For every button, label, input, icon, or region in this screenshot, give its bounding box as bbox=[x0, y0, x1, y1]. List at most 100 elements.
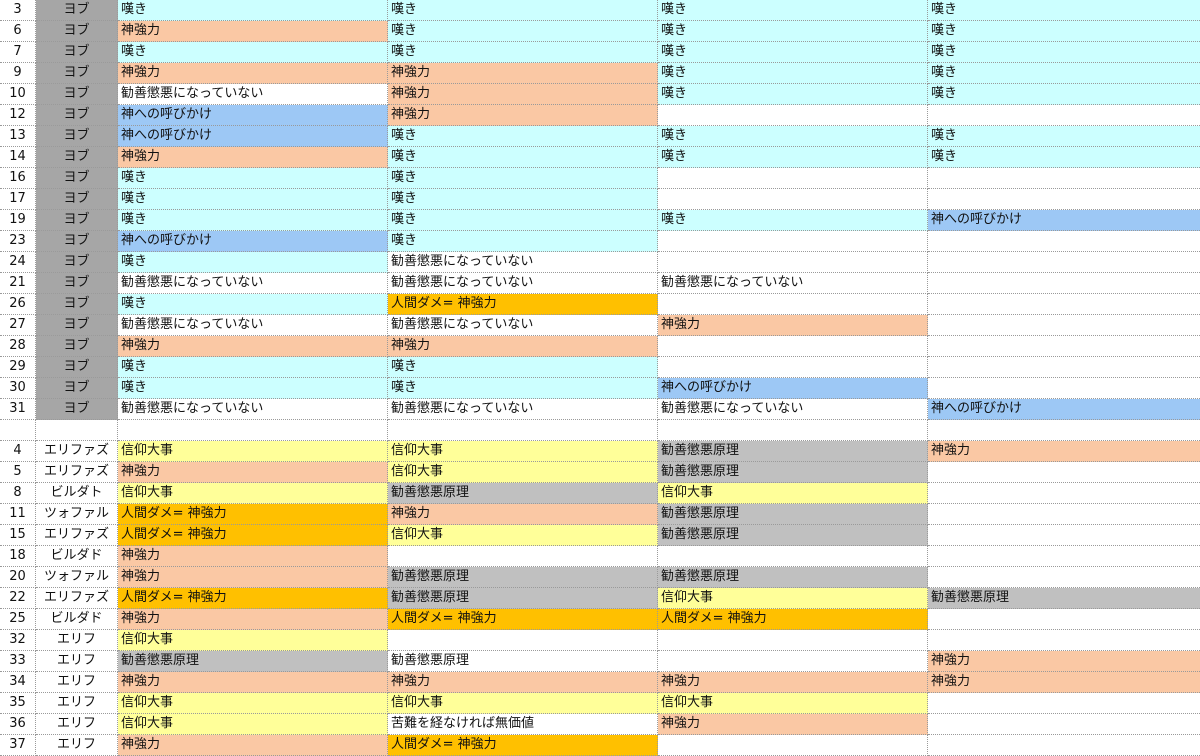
theme-cell[interactable] bbox=[658, 651, 928, 672]
theme-cell[interactable]: 勧善懲悪になっていない bbox=[388, 273, 658, 294]
speaker-cell[interactable]: ヨブ bbox=[36, 21, 118, 42]
theme-cell[interactable]: 苦難を経なければ無価値 bbox=[388, 714, 658, 735]
speaker-cell[interactable]: エリファズ bbox=[36, 525, 118, 546]
theme-cell[interactable]: 信仰大事 bbox=[388, 525, 658, 546]
theme-cell[interactable]: 勧善懲悪原理 bbox=[118, 651, 388, 672]
theme-cell[interactable]: 神への呼びかけ bbox=[658, 378, 928, 399]
theme-cell[interactable]: 嘆き bbox=[388, 357, 658, 378]
chapter-number-cell[interactable]: 18 bbox=[0, 546, 36, 567]
theme-cell[interactable] bbox=[928, 609, 1200, 630]
speaker-cell[interactable]: エリフ bbox=[36, 630, 118, 651]
theme-cell[interactable] bbox=[658, 168, 928, 189]
theme-cell[interactable]: 嘆き bbox=[658, 21, 928, 42]
theme-cell[interactable] bbox=[928, 504, 1200, 525]
theme-cell[interactable]: 勧善懲悪原理 bbox=[388, 483, 658, 504]
chapter-number-cell[interactable]: 10 bbox=[0, 84, 36, 105]
chapter-number-cell[interactable]: 26 bbox=[0, 294, 36, 315]
speaker-cell[interactable]: ヨブ bbox=[36, 273, 118, 294]
theme-cell[interactable]: 勧善懲悪になっていない bbox=[388, 252, 658, 273]
theme-cell[interactable] bbox=[928, 252, 1200, 273]
theme-cell[interactable] bbox=[658, 357, 928, 378]
theme-cell[interactable]: 神強力 bbox=[388, 63, 658, 84]
chapter-number-cell[interactable]: 15 bbox=[0, 525, 36, 546]
theme-cell[interactable] bbox=[928, 735, 1200, 756]
theme-cell[interactable]: 嘆き bbox=[388, 210, 658, 231]
theme-cell[interactable]: 嘆き bbox=[118, 357, 388, 378]
chapter-number-cell[interactable]: 24 bbox=[0, 252, 36, 273]
speaker-cell[interactable]: ヨブ bbox=[36, 42, 118, 63]
theme-cell[interactable]: 信仰大事 bbox=[658, 483, 928, 504]
theme-cell[interactable] bbox=[928, 168, 1200, 189]
chapter-number-cell[interactable]: 32 bbox=[0, 630, 36, 651]
theme-cell[interactable]: 勧善懲悪原理 bbox=[658, 567, 928, 588]
theme-cell[interactable] bbox=[658, 630, 928, 651]
theme-cell[interactable]: 嘆き bbox=[388, 42, 658, 63]
theme-cell[interactable] bbox=[928, 693, 1200, 714]
chapter-number-cell[interactable]: 31 bbox=[0, 399, 36, 420]
chapter-number-cell[interactable]: 19 bbox=[0, 210, 36, 231]
chapter-number-cell[interactable]: 14 bbox=[0, 147, 36, 168]
theme-cell[interactable]: 勧善懲悪になっていない bbox=[118, 315, 388, 336]
chapter-number-cell[interactable]: 29 bbox=[0, 357, 36, 378]
chapter-number-cell[interactable]: 25 bbox=[0, 609, 36, 630]
chapter-number-cell[interactable]: 28 bbox=[0, 336, 36, 357]
theme-cell[interactable]: 神強力 bbox=[928, 651, 1200, 672]
theme-cell[interactable] bbox=[928, 567, 1200, 588]
theme-cell[interactable] bbox=[118, 420, 388, 441]
theme-cell[interactable]: 勧善懲悪原理 bbox=[658, 462, 928, 483]
theme-cell[interactable]: 神強力 bbox=[118, 63, 388, 84]
theme-cell[interactable]: 勧善懲悪になっていない bbox=[118, 399, 388, 420]
theme-cell[interactable]: 嘆き bbox=[118, 0, 388, 21]
theme-cell[interactable]: 神への呼びかけ bbox=[928, 210, 1200, 231]
theme-cell[interactable]: 信仰大事 bbox=[118, 693, 388, 714]
theme-cell[interactable]: 勧善懲悪原理 bbox=[658, 504, 928, 525]
chapter-number-cell[interactable]: 23 bbox=[0, 231, 36, 252]
theme-cell[interactable]: 信仰大事 bbox=[118, 714, 388, 735]
theme-cell[interactable]: 嘆き bbox=[118, 168, 388, 189]
theme-cell[interactable]: 人間ダメ= 神強力 bbox=[118, 588, 388, 609]
chapter-number-cell[interactable]: 17 bbox=[0, 189, 36, 210]
speaker-cell[interactable]: ツォファル bbox=[36, 504, 118, 525]
theme-cell[interactable] bbox=[658, 252, 928, 273]
theme-cell[interactable]: 嘆き bbox=[928, 0, 1200, 21]
speaker-cell[interactable]: エリフ bbox=[36, 714, 118, 735]
theme-cell[interactable]: 勧善懲悪原理 bbox=[658, 441, 928, 462]
theme-cell[interactable] bbox=[928, 336, 1200, 357]
theme-cell[interactable]: 神強力 bbox=[658, 714, 928, 735]
theme-cell[interactable]: 神強力 bbox=[388, 336, 658, 357]
theme-cell[interactable]: 信仰大事 bbox=[658, 588, 928, 609]
theme-cell[interactable]: 嘆き bbox=[118, 42, 388, 63]
chapter-number-cell[interactable]: 7 bbox=[0, 42, 36, 63]
theme-cell[interactable] bbox=[928, 105, 1200, 126]
chapter-number-cell[interactable]: 37 bbox=[0, 735, 36, 756]
speaker-cell[interactable]: ビルダド bbox=[36, 546, 118, 567]
theme-cell[interactable] bbox=[928, 420, 1200, 441]
speaker-cell[interactable]: エリフ bbox=[36, 672, 118, 693]
speaker-cell[interactable]: ヨブ bbox=[36, 63, 118, 84]
theme-cell[interactable]: 人間ダメ= 神強力 bbox=[658, 609, 928, 630]
theme-cell[interactable] bbox=[928, 357, 1200, 378]
theme-cell[interactable] bbox=[388, 420, 658, 441]
theme-cell[interactable]: 神強力 bbox=[388, 672, 658, 693]
chapter-number-cell[interactable]: 34 bbox=[0, 672, 36, 693]
theme-cell[interactable]: 嘆き bbox=[928, 63, 1200, 84]
theme-cell[interactable]: 神強力 bbox=[118, 735, 388, 756]
speaker-cell[interactable]: ビルダト bbox=[36, 483, 118, 504]
theme-cell[interactable] bbox=[658, 735, 928, 756]
theme-cell[interactable]: 神強力 bbox=[928, 441, 1200, 462]
speaker-cell[interactable]: エリファズ bbox=[36, 462, 118, 483]
chapter-number-cell[interactable]: 4 bbox=[0, 441, 36, 462]
chapter-number-cell[interactable]: 13 bbox=[0, 126, 36, 147]
theme-cell[interactable]: 信仰大事 bbox=[388, 693, 658, 714]
speaker-cell[interactable]: ヨブ bbox=[36, 210, 118, 231]
theme-cell[interactable]: 神強力 bbox=[388, 105, 658, 126]
theme-cell[interactable] bbox=[928, 714, 1200, 735]
speaker-cell[interactable]: ヨブ bbox=[36, 315, 118, 336]
theme-cell[interactable]: 神強力 bbox=[928, 672, 1200, 693]
theme-cell[interactable]: 嘆き bbox=[118, 252, 388, 273]
theme-cell[interactable]: 嘆き bbox=[928, 126, 1200, 147]
speaker-cell[interactable]: ヨブ bbox=[36, 105, 118, 126]
theme-cell[interactable] bbox=[928, 294, 1200, 315]
theme-cell[interactable]: 信仰大事 bbox=[118, 483, 388, 504]
theme-cell[interactable] bbox=[928, 546, 1200, 567]
